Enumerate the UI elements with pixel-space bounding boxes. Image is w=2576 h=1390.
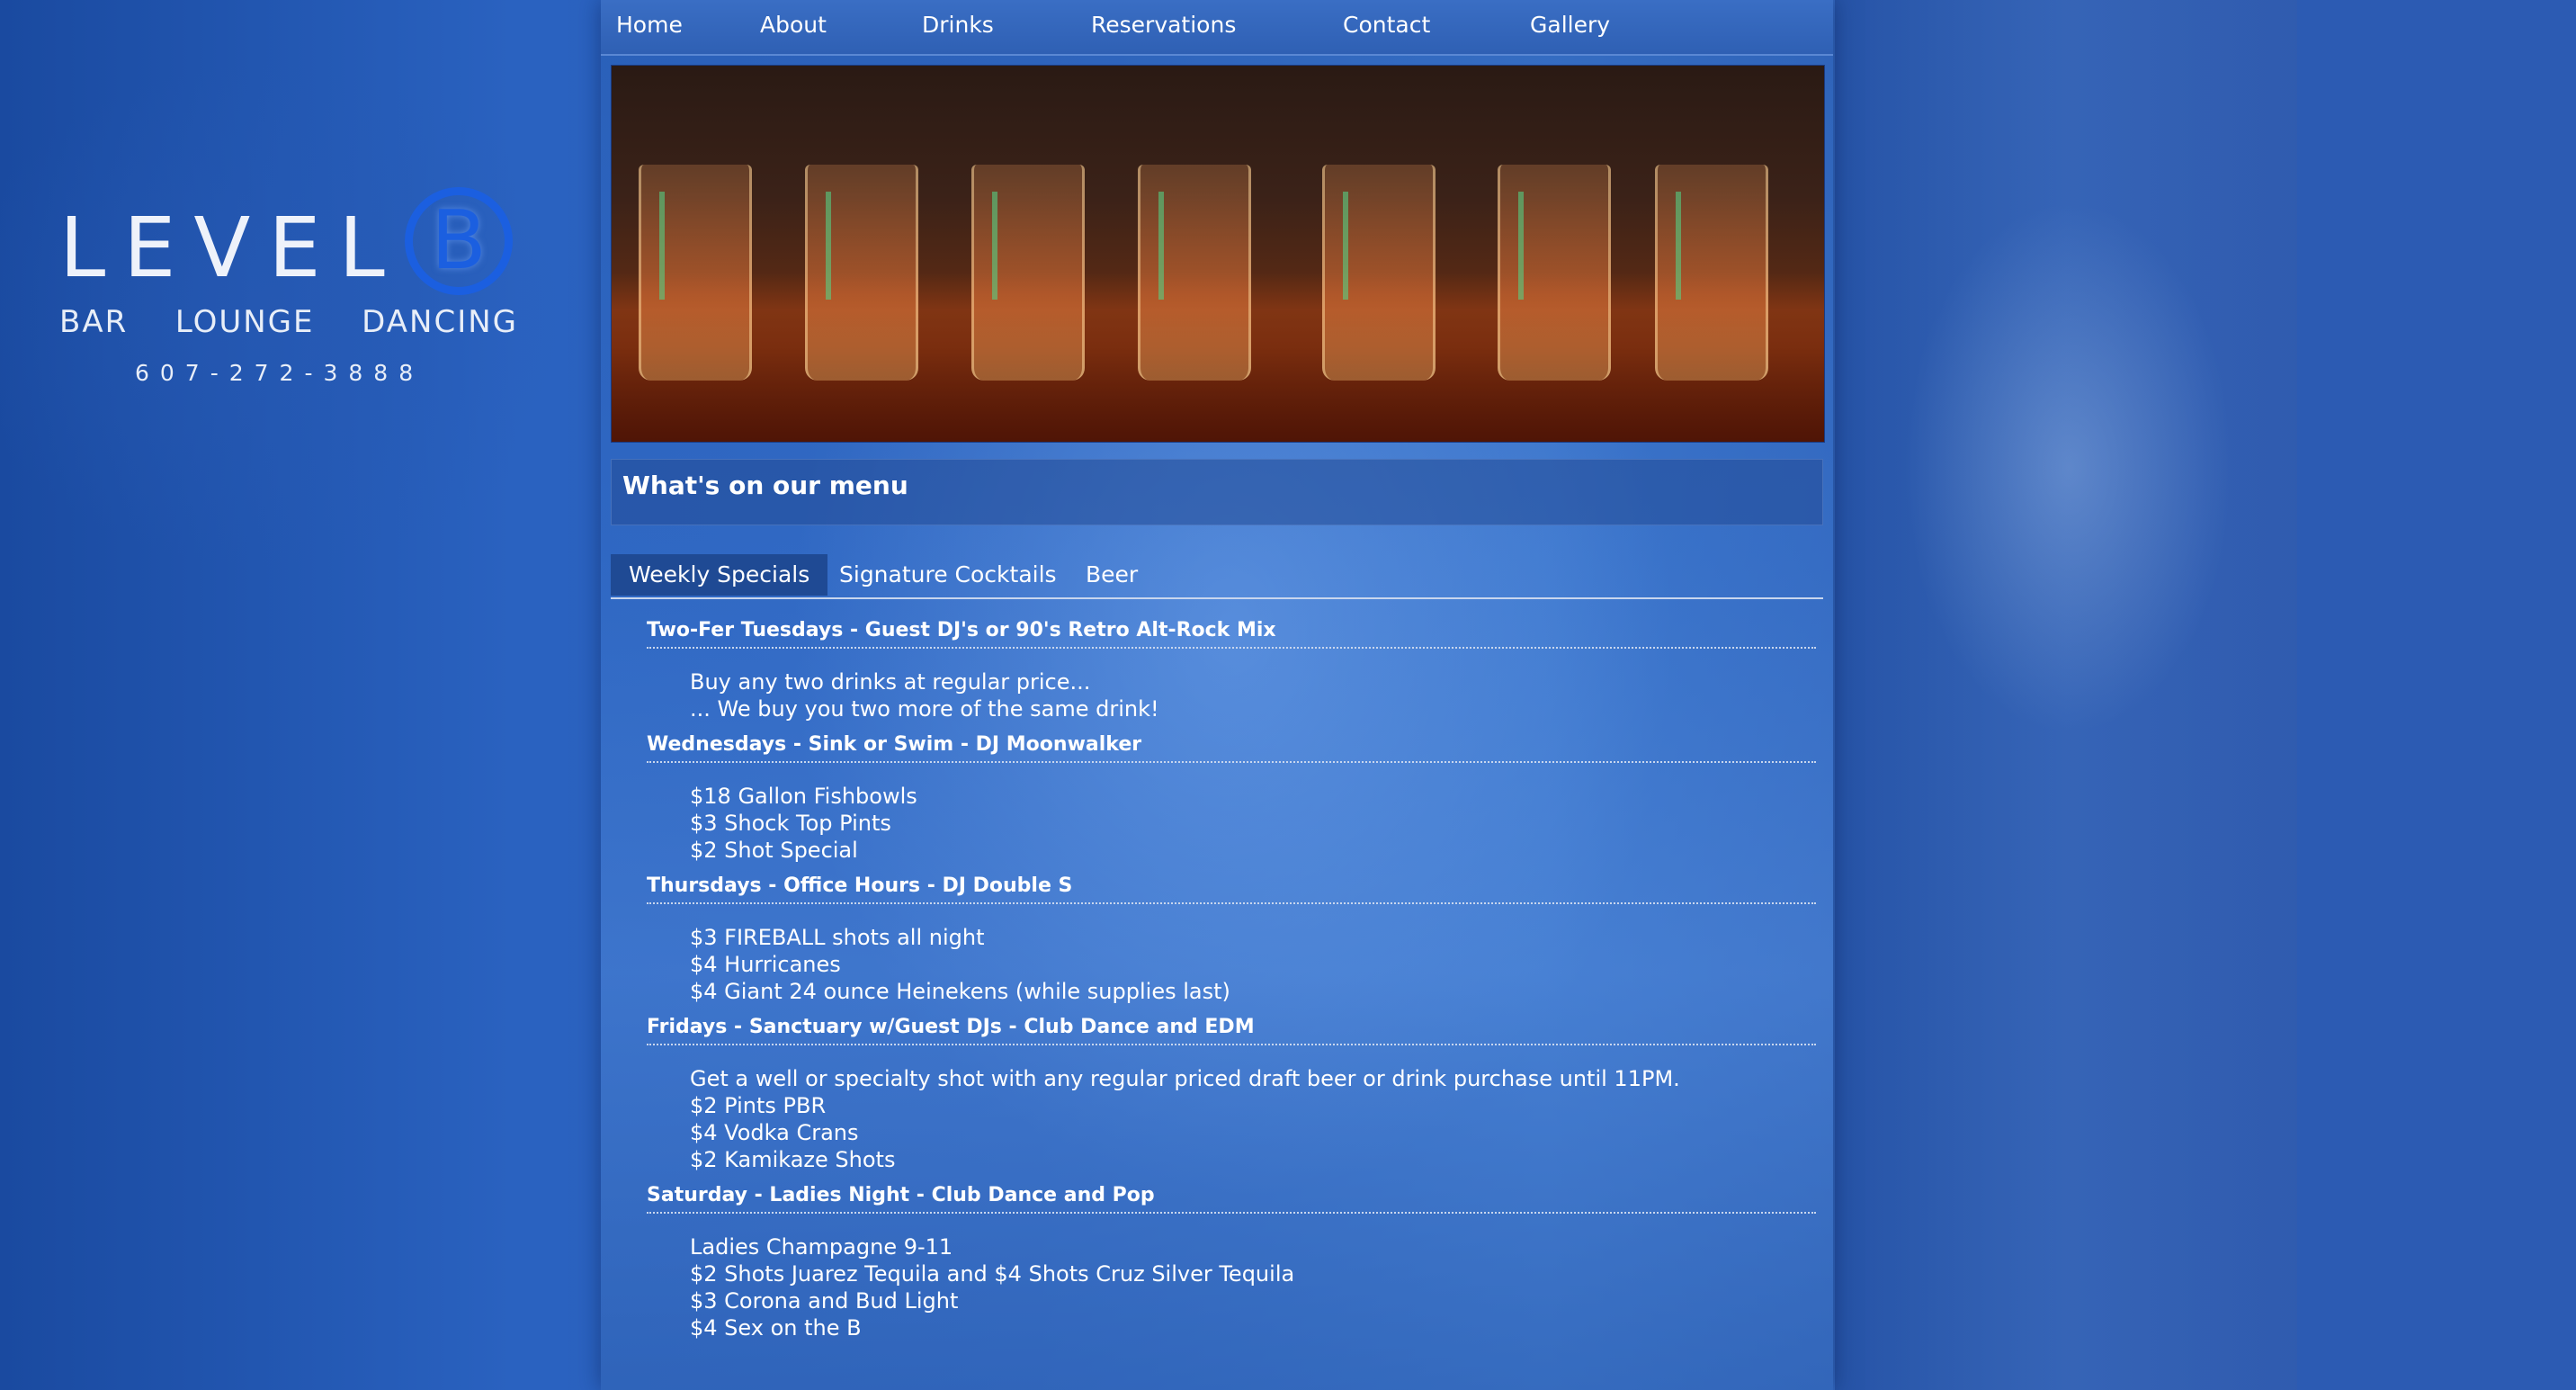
special-detail-line: $4 Giant 24 ounce Heinekens (while suppl…: [690, 979, 1230, 1004]
special-detail-line: $2 Kamikaze Shots: [690, 1147, 896, 1172]
special-details: Ladies Champagne 9-11 $2 Shots Juarez Teq…: [690, 1233, 1816, 1341]
special-detail-line: $2 Pints PBR: [690, 1093, 827, 1118]
special-item: Thursdays - Office Hours - DJ Double S $3…: [647, 874, 1816, 1005]
phone-number: 607-272-3888: [135, 360, 425, 386]
logo-b-circle-icon: B: [405, 187, 513, 295]
logo-tagline: BAR LOUNGE DANCING: [59, 304, 518, 340]
logo-wordmark: LEVEL: [59, 200, 403, 296]
nav-home[interactable]: Home: [616, 12, 683, 38]
special-title: Fridays - Sanctuary w/Guest DJs - Club D…: [647, 1016, 1816, 1045]
special-detail-line: Get a well or specialty shot with any re…: [690, 1066, 1680, 1091]
logo-tag-bar: BAR: [59, 304, 129, 340]
special-detail-line: $2 Shots Juarez Tequila and $4 Shots Cru…: [690, 1261, 1295, 1287]
special-detail-line: $4 Vodka Crans: [690, 1120, 859, 1145]
nav-contact[interactable]: Contact: [1343, 12, 1430, 38]
special-detail-line: $3 Shock Top Pints: [690, 811, 891, 836]
logo-tag-lounge: LOUNGE: [174, 304, 315, 340]
background-edge-right: [2297, 0, 2576, 1390]
tab-weekly-specials[interactable]: Weekly Specials: [611, 554, 828, 596]
nav-drinks[interactable]: Drinks: [922, 12, 994, 38]
special-details: $3 FIREBALL shots all night $4 Hurricanes…: [690, 924, 1816, 1005]
main-content: Home About Drinks Reservations Contact G…: [601, 0, 1833, 1390]
special-detail-line: $3 FIREBALL shots all night: [690, 925, 985, 950]
special-details: $18 Gallon Fishbowls $3 Shock Top Pints $2…: [690, 783, 1816, 864]
menu-tabs: Weekly Specials Signature Cocktails Beer: [611, 554, 1823, 599]
special-item: Wednesdays - Sink or Swim - DJ Moonwalke…: [647, 733, 1816, 864]
special-details: Buy any two drinks at regular price.....…: [690, 668, 1816, 722]
special-detail-line: $2 Shot Special: [690, 838, 858, 863]
special-detail-line: $18 Gallon Fishbowls: [690, 784, 917, 809]
tab-beer[interactable]: Beer: [1068, 554, 1156, 596]
special-title: Thursdays - Office Hours - DJ Double S: [647, 874, 1816, 904]
special-detail-line: $4 Sex on the B: [690, 1315, 862, 1341]
special-detail-line: Ladies Champagne 9-11: [690, 1234, 953, 1260]
background-photo-right: [1835, 0, 2297, 1390]
special-title: Saturday - Ladies Night - Club Dance and…: [647, 1184, 1816, 1214]
special-item: Fridays - Sanctuary w/Guest DJs - Club D…: [647, 1016, 1816, 1173]
special-title: Two-Fer Tuesdays - Guest DJ's or 90's Re…: [647, 619, 1816, 649]
special-detail-line: $3 Corona and Bud Light: [690, 1288, 959, 1314]
nav-gallery[interactable]: Gallery: [1530, 12, 1610, 38]
nav-reservations[interactable]: Reservations: [1091, 12, 1236, 38]
menu-heading: What's on our menu: [622, 471, 908, 500]
special-detail-line: ... We buy you two more of the same drin…: [690, 696, 1159, 722]
tab-signature-cocktails[interactable]: Signature Cocktails: [821, 554, 1075, 596]
site-logo[interactable]: LEVEL B BAR LOUNGE DANCING 607-272-3888: [59, 187, 527, 394]
special-detail-line: Buy any two drinks at regular price...: [690, 669, 1091, 695]
special-item: Two-Fer Tuesdays - Guest DJ's or 90's Re…: [647, 619, 1816, 722]
special-item: Saturday - Ladies Night - Club Dance and…: [647, 1184, 1816, 1341]
bar-glasses-banner-image: [611, 65, 1825, 443]
weekly-specials-list: Two-Fer Tuesdays - Guest DJ's or 90's Re…: [647, 619, 1816, 1352]
top-navigation: Home About Drinks Reservations Contact G…: [601, 0, 1833, 56]
special-detail-line: $4 Hurricanes: [690, 952, 841, 977]
special-details: Get a well or specialty shot with any re…: [690, 1065, 1816, 1173]
logo-tag-dancing: DANCING: [362, 304, 518, 340]
special-title: Wednesdays - Sink or Swim - DJ Moonwalke…: [647, 733, 1816, 763]
menu-heading-panel: What's on our menu: [611, 459, 1823, 525]
nav-about[interactable]: About: [760, 12, 827, 38]
